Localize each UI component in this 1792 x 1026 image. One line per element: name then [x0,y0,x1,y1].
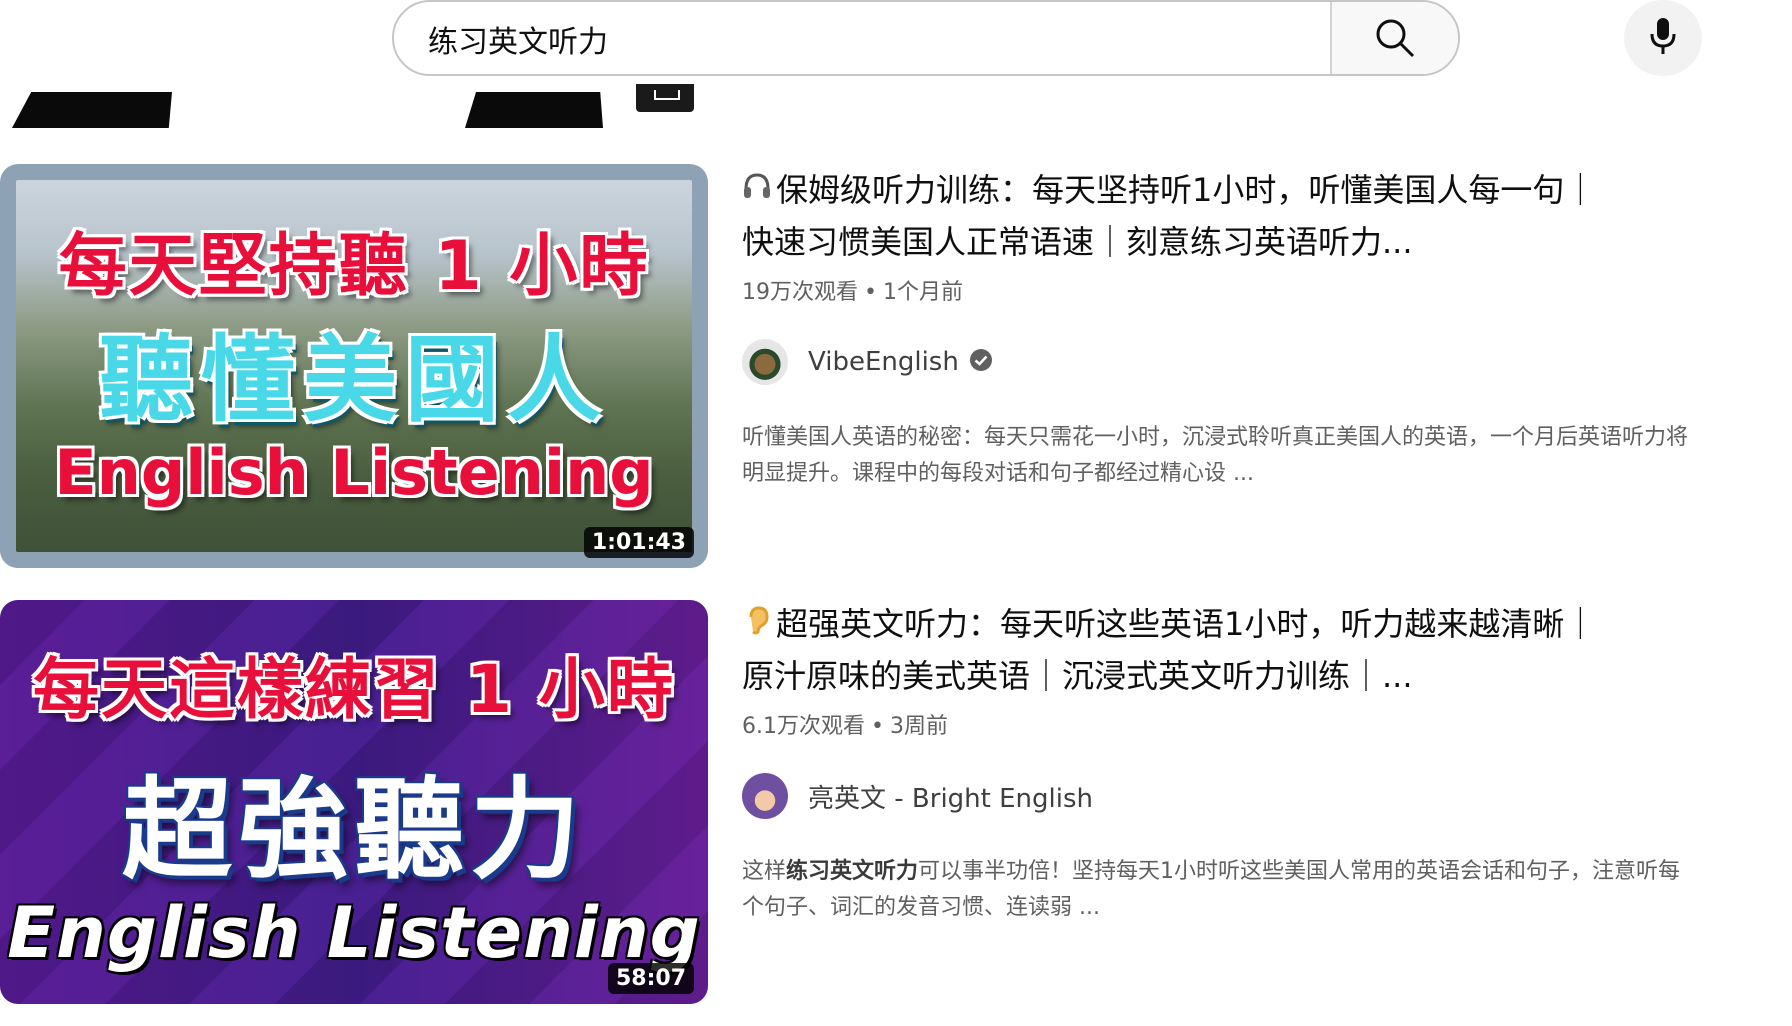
thumbnail-text-line3: English Listening [54,436,654,509]
search-results-page: 每天堅持聽 1 小時 聽懂美國人 English Listening 1:01:… [0,0,1792,1026]
video-info: 保姆级听力训练：每天坚持听1小时，听懂美国人每一句｜快速习惯美国人正常语速｜刻意… [742,164,1702,492]
previous-result-icon-fragment [636,84,694,112]
thumbnail-text-line2: 超強聽力 [122,766,586,894]
search-button[interactable] [1330,2,1458,74]
ear-icon [742,598,776,650]
video-description: 这样练习英文听力可以事半功倍！坚持每天1小时听这些美国人常用的英语会话和句子，注… [742,854,1702,926]
channel-avatar[interactable] [742,339,788,385]
view-count: 19万次观看 [742,280,858,305]
video-thumbnail[interactable]: 每天這樣練習 1 小時 超強聽力 English Listening 58:07 [0,600,708,1004]
search-bar [392,0,1460,76]
channel-name[interactable]: 亮英文 - Bright English [808,778,1093,815]
video-description: 听懂美国人英语的秘密：每天只需花一小时，沉浸式聆听真正美国人的英语，一个月后英语… [742,425,1689,486]
video-duration: 58:07 [607,963,694,994]
meta-separator: • [864,280,877,305]
video-result[interactable]: 每天這樣練習 1 小時 超強聽力 English Listening 58:07… [0,600,1792,1010]
upload-age: 1个月前 [882,280,963,305]
channel-row[interactable]: VibeEnglish [742,338,1702,386]
channel-name[interactable]: VibeEnglish [808,347,959,377]
video-title-text: 保姆级听力训练：每天坚持听1小时，听懂美国人每一句｜快速习惯美国人正常语速｜刻意… [742,171,1597,261]
search-input[interactable] [426,14,1370,64]
channel-row[interactable]: 亮英文 - Bright English [742,772,1702,820]
thumbnail-text-line1: 每天堅持聽 1 小時 [58,227,650,306]
video-title[interactable]: 超强英文听力：每天听这些英语1小时，听力越来越清晰｜原汁原味的美式英语｜沉浸式英… [742,598,1602,702]
video-thumbnail[interactable]: 每天堅持聽 1 小時 聽懂美國人 English Listening 1:01:… [0,164,708,568]
video-info: 超强英文听力：每天听这些英语1小时，听力越来越清晰｜原汁原味的美式英语｜沉浸式英… [742,598,1702,926]
description-prefix: 这样 [742,859,787,884]
microphone-icon [1650,18,1676,54]
thumbnail-text-line2: 聽懂美國人 [98,326,609,435]
video-title[interactable]: 保姆级听力训练：每天坚持听1小时，听懂美国人每一句｜快速习惯美国人正常语速｜刻意… [742,164,1602,268]
channel-avatar[interactable] [742,773,788,819]
previous-result-fragment [465,92,603,128]
search-icon [1376,19,1415,58]
thumbnail-text-line3: English Listening [7,892,701,974]
meta-separator: • [871,714,884,739]
description-highlight: 练习英文听力 [786,859,919,884]
thumbnail-text-line1: 每天這樣練習 1 小時 [33,651,675,728]
video-duration: 1:01:43 [583,527,694,558]
view-count: 6.1万次观看 [742,714,865,739]
video-metadata: 6.1万次观看 • 3周前 [742,708,1702,742]
previous-result-fragment [12,92,172,128]
upload-age: 3周前 [889,714,948,739]
video-result[interactable]: 每天堅持聽 1 小時 聽懂美國人 English Listening 1:01:… [0,164,1792,574]
verified-check-icon [969,348,993,376]
voice-search-button[interactable] [1624,0,1702,76]
video-title-text: 超强英文听力：每天听这些英语1小时，听力越来越清晰｜原汁原味的美式英语｜沉浸式英… [742,605,1597,695]
headphones-icon [742,164,776,216]
video-metadata: 19万次观看 • 1个月前 [742,274,1702,308]
